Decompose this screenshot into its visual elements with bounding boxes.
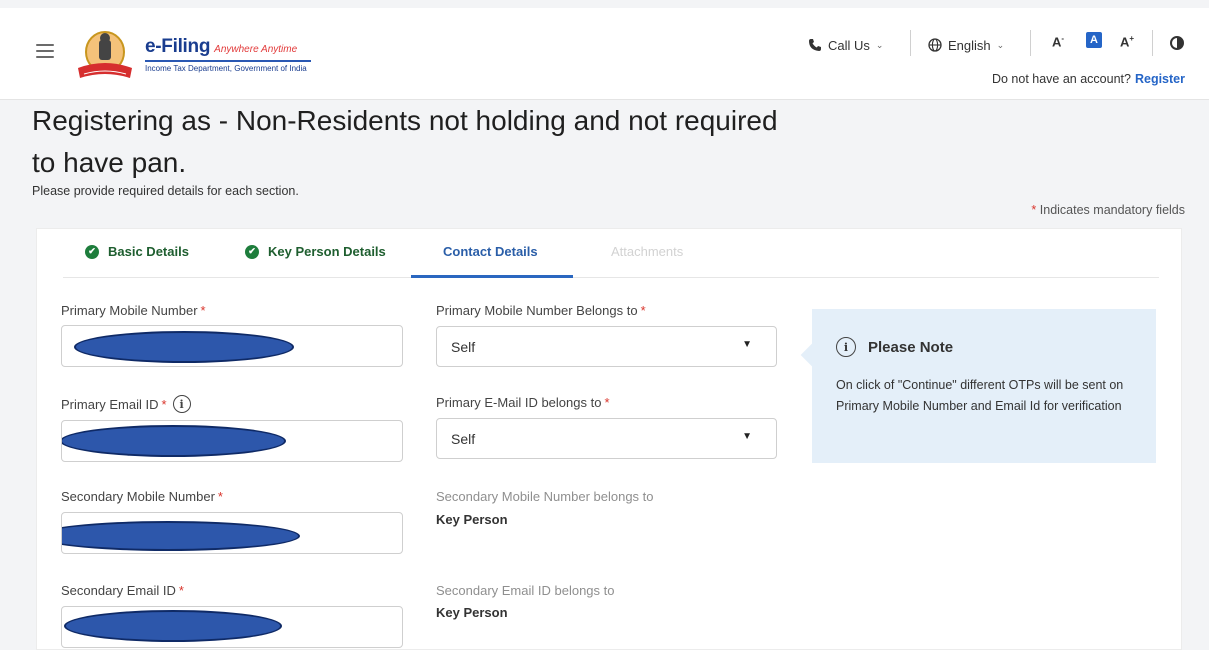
- label-text: Primary Email ID: [61, 396, 159, 412]
- primary-mobile-belongs-select[interactable]: Self ▼: [436, 326, 777, 367]
- tab-attachments: Attachments: [611, 244, 683, 259]
- redaction-mark: [64, 610, 282, 642]
- tab-label: Key Person Details: [268, 244, 386, 259]
- tab-basic-details[interactable]: ✔ Basic Details: [85, 244, 189, 259]
- chevron-down-icon: ⌄: [875, 39, 884, 50]
- logo-brand: e-Filing: [145, 36, 211, 57]
- account-prompt: Do not have an account? Register: [992, 72, 1185, 86]
- note-body: On click of "Continue" different OTPs wi…: [836, 378, 1124, 413]
- required-star: *: [178, 583, 184, 598]
- check-circle-icon: ✔: [245, 244, 259, 259]
- primary-email-belongs-label: Primary E-Mail ID belongs to *: [436, 395, 610, 410]
- site-header: e-Filing Anywhere Anytime Income Tax Depa…: [0, 8, 1209, 100]
- phone-icon: [809, 39, 821, 51]
- language-dropdown[interactable]: English ⌄: [928, 34, 1004, 56]
- tab-key-person-details[interactable]: ✔ Key Person Details: [245, 244, 386, 259]
- font-increase-button[interactable]: A+: [1120, 34, 1134, 49]
- note-pointer: [800, 343, 824, 367]
- account-prompt-text: Do not have an account?: [991, 72, 1131, 86]
- page-title: Registering as - Non-Residents not holdi…: [32, 105, 778, 178]
- label-text: Secondary Email ID: [61, 583, 176, 598]
- font-normal-button[interactable]: A: [1086, 32, 1102, 48]
- secondary-mobile-label: Secondary Mobile Number *: [61, 489, 223, 504]
- required-star: *: [200, 303, 206, 318]
- register-link[interactable]: Register: [1135, 72, 1185, 86]
- page-subtitle: Please provide required details for each…: [32, 184, 299, 198]
- font-normal-label: A: [1090, 34, 1098, 46]
- font-decrease-label: A: [1052, 34, 1062, 50]
- redaction-mark: [74, 331, 294, 363]
- secondary-email-label: Secondary Email ID *: [61, 583, 184, 598]
- registration-form-card: ✔ Basic Details ✔ Key Person Details Con…: [36, 228, 1182, 650]
- label-text: Primary E-Mail ID belongs to: [436, 395, 602, 410]
- header-divider: [1152, 30, 1153, 56]
- mandatory-fields-note: * Indicates mandatory fields: [1031, 203, 1185, 217]
- label-text: Secondary Mobile Number belongs to: [436, 489, 654, 504]
- tab-contact-details[interactable]: Contact Details: [443, 244, 538, 259]
- secondary-mobile-belongs-value: Key Person: [436, 512, 508, 527]
- tab-label: Basic Details: [108, 244, 189, 259]
- primary-email-belongs-select[interactable]: Self ▼: [436, 418, 777, 459]
- label-text: Primary Mobile Number Belongs to: [436, 303, 638, 318]
- check-circle-icon: ✔: [85, 244, 99, 259]
- redaction-mark: [62, 425, 286, 457]
- secondary-email-belongs-value: Key Person: [436, 605, 508, 620]
- language-label: English: [948, 37, 991, 53]
- select-value: Self: [451, 338, 476, 355]
- chevron-down-icon: ⌄: [996, 39, 1005, 50]
- label-text: Secondary Email ID belongs to: [436, 583, 615, 598]
- required-star: *: [1031, 203, 1037, 217]
- primary-mobile-input[interactable]: [61, 325, 403, 367]
- primary-email-input[interactable]: [61, 420, 403, 462]
- mandatory-note-text: Indicates mandatory fields: [1039, 203, 1185, 217]
- tab-label: Attachments: [611, 244, 684, 259]
- secondary-mobile-input[interactable]: [61, 512, 403, 554]
- secondary-mobile-belongs-label: Secondary Mobile Number belongs to: [436, 489, 654, 504]
- step-tabs: ✔ Basic Details ✔ Key Person Details Con…: [63, 229, 1159, 278]
- call-us-dropdown[interactable]: Call Us ⌄: [808, 34, 883, 56]
- dropdown-arrow-icon: ▼: [742, 431, 752, 442]
- label-text: Primary Mobile Number: [61, 303, 198, 318]
- required-star: *: [161, 396, 167, 412]
- primary-mobile-label: Primary Mobile Number *: [61, 303, 206, 318]
- required-star: *: [604, 395, 610, 410]
- font-increase-label: A: [1120, 34, 1130, 50]
- dropdown-arrow-icon: ▼: [742, 339, 752, 350]
- font-decrease-button[interactable]: A-: [1052, 34, 1064, 49]
- redaction-mark: [62, 521, 300, 551]
- hamburger-menu-icon[interactable]: [36, 44, 54, 58]
- secondary-email-belongs-label: Secondary Email ID belongs to: [436, 583, 614, 598]
- logo-tagline: Anywhere Anytime: [214, 44, 298, 55]
- note-title: i Please Note: [836, 337, 953, 357]
- header-divider: [1030, 30, 1031, 56]
- info-icon: i: [836, 337, 856, 357]
- primary-email-label: Primary Email ID * i: [61, 395, 191, 413]
- tab-label: Contact Details: [443, 244, 538, 259]
- globe-icon: [928, 38, 942, 52]
- info-icon[interactable]: i: [172, 395, 191, 413]
- call-us-label: Call Us: [828, 37, 870, 53]
- label-text: Secondary Mobile Number: [61, 489, 215, 504]
- required-star: *: [217, 489, 223, 504]
- note-title-text: Please Note: [868, 338, 954, 356]
- please-note-panel: i Please Note On click of "Continue" dif…: [800, 309, 1156, 463]
- secondary-email-input[interactable]: [61, 606, 403, 648]
- required-star: *: [640, 303, 646, 318]
- logo-subtitle: Income Tax Department, Government of Ind…: [145, 64, 307, 73]
- primary-mobile-belongs-label: Primary Mobile Number Belongs to *: [436, 303, 646, 318]
- govt-emblem-logo: [78, 31, 132, 78]
- logo-underline: [145, 60, 311, 62]
- header-divider: [910, 30, 911, 56]
- contrast-icon[interactable]: [1170, 36, 1184, 50]
- efiling-logo[interactable]: e-Filing Anywhere Anytime Income Tax Depa…: [145, 36, 311, 73]
- active-tab-indicator: [411, 275, 573, 278]
- select-value: Self: [451, 430, 476, 447]
